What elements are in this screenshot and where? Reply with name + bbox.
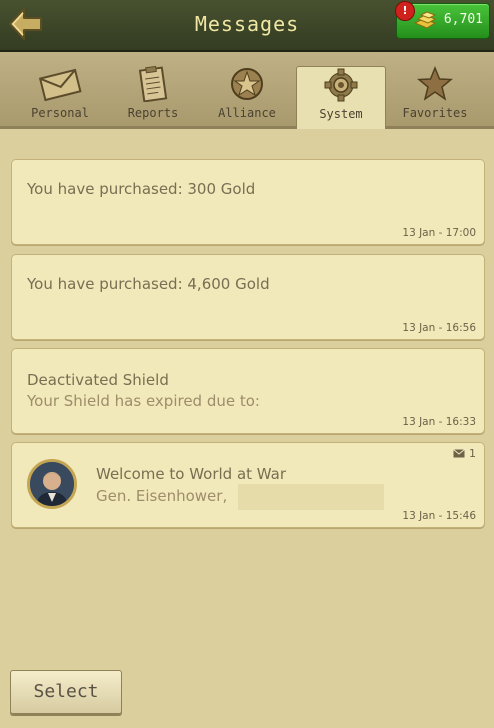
message-subtitle: Gen. Eisenhower, <box>96 487 228 505</box>
tab-system[interactable]: System <box>296 66 386 129</box>
general-portrait-icon <box>30 462 74 506</box>
message-time: 13 Jan - 15:46 <box>402 510 476 522</box>
message-title: Welcome to World at War <box>96 465 287 483</box>
tab-favorites[interactable]: Favorites <box>387 66 483 126</box>
message-card[interactable]: You have purchased: 300 Gold 13 Jan - 17… <box>11 159 485 245</box>
alert-badge: ! <box>395 1 415 21</box>
message-card[interactable]: Welcome to World at War Gen. Eisenhower,… <box>11 442 485 528</box>
message-text: You have purchased: 4,600 Gold <box>27 275 270 293</box>
message-time: 13 Jan - 17:00 <box>402 227 476 239</box>
redacted-area <box>238 484 384 510</box>
mail-icon <box>453 449 465 458</box>
tab-label: Favorites <box>402 106 468 120</box>
gold-store-button[interactable]: ! 6,701 <box>395 1 490 39</box>
alliance-star-icon <box>231 68 263 100</box>
tab-reports[interactable]: Reports <box>105 66 201 126</box>
header-bar: Messages ! 6,701 <box>0 0 494 52</box>
message-card[interactable]: You have purchased: 4,600 Gold 13 Jan - … <box>11 254 485 340</box>
gear-icon <box>324 68 358 102</box>
reply-count-value: 1 <box>469 447 476 460</box>
tab-label: Reports <box>127 106 179 120</box>
envelope-icon <box>38 68 82 102</box>
reply-count: 1 <box>453 447 476 460</box>
star-icon <box>417 66 453 101</box>
tab-bar: Personal Reports Alliance System Favorit… <box>0 52 494 129</box>
avatar <box>27 459 77 509</box>
message-time: 13 Jan - 16:56 <box>402 322 476 334</box>
message-subtitle: Your Shield has expired due to: <box>27 392 260 410</box>
gold-count: 6,701 <box>443 12 483 27</box>
message-time: 13 Jan - 16:33 <box>402 416 476 428</box>
tab-label: System <box>319 107 363 121</box>
message-text: You have purchased: 300 Gold <box>27 180 256 198</box>
clipboard-icon <box>138 66 168 102</box>
tab-alliance[interactable]: Alliance <box>199 66 295 126</box>
tab-label: Personal <box>31 106 89 120</box>
tab-personal[interactable]: Personal <box>12 66 108 126</box>
message-card[interactable]: Deactivated Shield Your Shield has expir… <box>11 348 485 434</box>
tab-label: Alliance <box>218 106 276 120</box>
select-button[interactable]: Select <box>10 670 122 714</box>
message-title: Deactivated Shield <box>27 371 169 389</box>
gold-bars-icon <box>413 11 437 29</box>
